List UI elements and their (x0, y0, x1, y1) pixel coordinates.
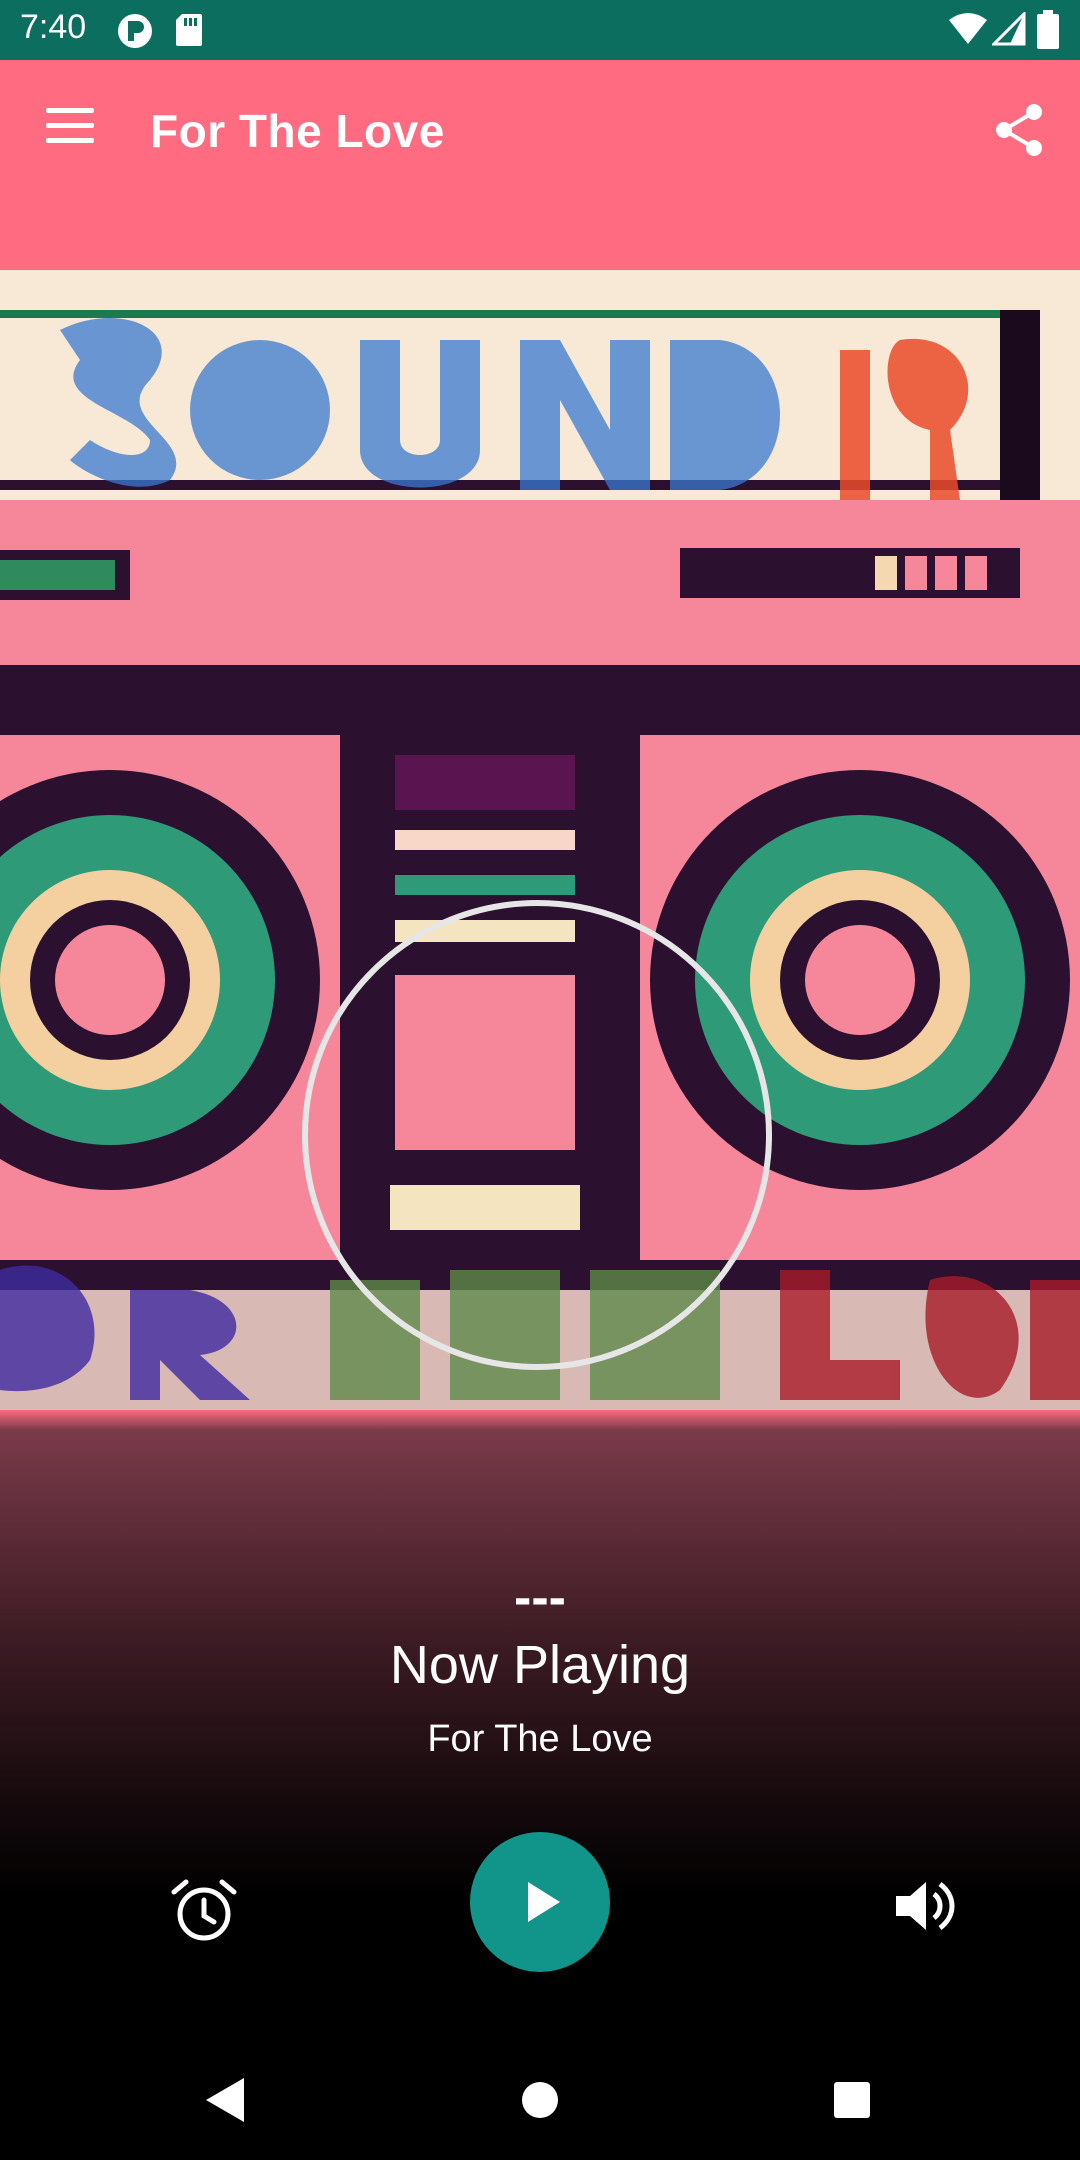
album-artwork (0, 270, 1080, 1410)
volume-icon[interactable] (884, 1866, 964, 1946)
status-bar: 7:40 (0, 0, 1080, 60)
wifi-icon (949, 13, 987, 44)
play-icon (528, 1882, 560, 1922)
station-name: For The Love (427, 1718, 653, 1760)
app-title: For The Love (150, 105, 445, 157)
signal-icon (992, 12, 1026, 46)
hamburger-menu-icon[interactable] (30, 96, 110, 156)
track-info: --- (514, 1569, 566, 1627)
alarm-clock-icon[interactable] (164, 1870, 244, 1950)
back-icon[interactable] (194, 2068, 258, 2132)
navigation-bar (0, 2040, 1080, 2160)
app-bar: For The Love (0, 60, 1080, 205)
share-icon[interactable] (990, 100, 1050, 160)
sd-card-icon (176, 14, 202, 46)
home-icon[interactable] (508, 2068, 572, 2132)
status-time: 7:40 (20, 8, 87, 46)
play-button[interactable] (470, 1832, 610, 1972)
battery-icon (1037, 10, 1059, 49)
recents-icon[interactable] (820, 2068, 884, 2132)
p-icon (118, 14, 152, 48)
artwork-ring (302, 900, 772, 1370)
now-playing-title: Now Playing (389, 1635, 691, 1695)
screen: 7:40 For The Love --- Now Playing For Th… (0, 0, 1080, 2160)
